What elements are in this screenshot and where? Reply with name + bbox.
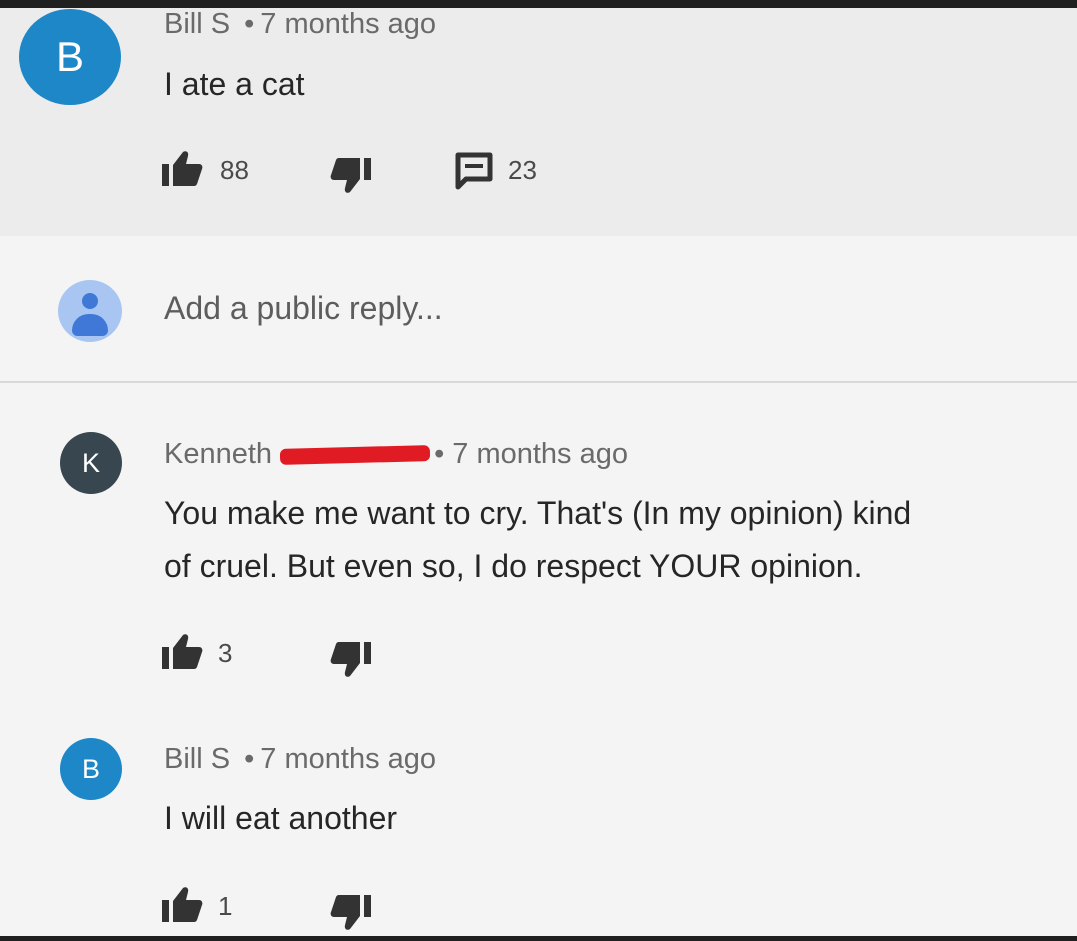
- like-count: 3: [218, 638, 233, 668]
- comment-meta: Bill S • 7 months ago: [164, 8, 436, 41]
- thumbs-down-icon[interactable]: [330, 156, 372, 194]
- comment-author[interactable]: Bill S: [164, 8, 230, 40]
- like-count: 1: [218, 891, 233, 921]
- meta-separator: •: [434, 438, 445, 470]
- comment-time[interactable]: 7 months ago: [260, 8, 436, 40]
- meta-separator: •: [244, 8, 255, 40]
- bottom-edge: [0, 936, 1077, 941]
- reply-author[interactable]: Bill S: [164, 743, 230, 775]
- reply-meta: Bill S • 7 months ago: [164, 743, 436, 776]
- thumbs-down-icon[interactable]: [330, 640, 372, 678]
- reply-author[interactable]: Kenneth: [164, 438, 272, 470]
- thumbs-up-icon[interactable]: [161, 633, 203, 671]
- reply-time[interactable]: 7 months ago: [452, 438, 628, 470]
- avatar-letter: K: [81, 447, 100, 478]
- user-avatar-icon: [58, 280, 122, 342]
- reply-bar: [0, 236, 1077, 382]
- comment-text: I ate a cat: [164, 66, 305, 102]
- thumbs-up-icon[interactable]: [161, 150, 203, 188]
- user-head: [82, 293, 98, 309]
- avatar-bill[interactable]: B: [60, 738, 122, 800]
- avatar-kenneth[interactable]: K: [60, 432, 122, 494]
- top-comment: [0, 8, 1077, 236]
- reply-count[interactable]: 23: [508, 155, 537, 186]
- reply-time[interactable]: 7 months ago: [260, 743, 436, 775]
- like-count: 88: [220, 155, 249, 185]
- reply-icon[interactable]: [455, 152, 493, 190]
- user-torso: [72, 314, 108, 336]
- avatar-bill[interactable]: B: [19, 9, 121, 105]
- thumbs-down-icon[interactable]: [330, 893, 372, 931]
- reply-text: I will eat another: [164, 800, 398, 836]
- avatar-letter: B: [81, 753, 100, 784]
- top-edge: [0, 0, 1077, 8]
- reply-input[interactable]: Add a public reply...: [164, 290, 443, 327]
- meta-separator: •: [244, 743, 255, 775]
- thumbs-up-icon[interactable]: [161, 886, 203, 924]
- divider: [0, 381, 1077, 383]
- avatar-letter: B: [55, 33, 84, 80]
- reply-text-line1: You make me want to cry. That's (In my o…: [164, 495, 912, 531]
- reply-text-line2: of cruel. But even so, I do respect YOUR…: [164, 548, 863, 584]
